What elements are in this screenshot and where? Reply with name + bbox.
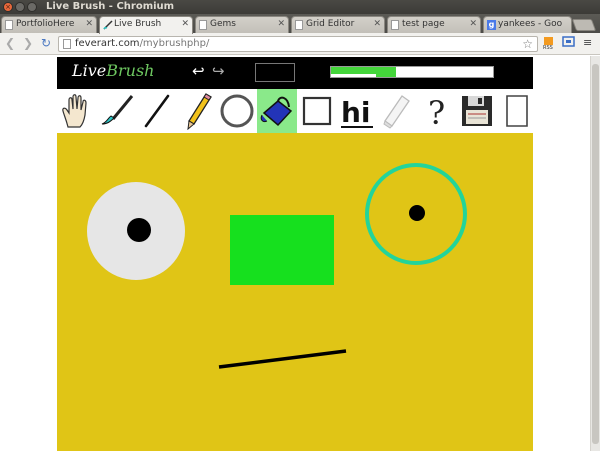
canvas-drawing — [87, 163, 467, 369]
line-icon — [144, 94, 170, 128]
scrollbar-thumb[interactable] — [592, 64, 599, 444]
menu-icon[interactable]: ≡ — [583, 36, 592, 49]
tab-close-icon[interactable]: ✕ — [469, 17, 477, 32]
tab-label: Live Brush — [114, 19, 162, 29]
paint-bucket-icon — [260, 96, 293, 127]
circle-icon — [220, 94, 254, 128]
paintbrush-tool-button[interactable] — [97, 89, 137, 133]
right-eye-pupil — [409, 205, 425, 221]
rectangle-tool-button[interactable] — [297, 89, 337, 133]
forward-arrow-icon[interactable]: ❯ — [21, 36, 35, 50]
rss-icon[interactable]: RSS — [543, 36, 555, 53]
fill-tool-button[interactable] — [257, 89, 297, 133]
tab-label: test page — [402, 19, 445, 29]
google-favicon-icon: g — [487, 20, 496, 30]
current-color-swatch[interactable] — [255, 63, 295, 82]
tab-test-page[interactable]: test page ✕ — [387, 16, 481, 33]
new-page-icon — [506, 95, 528, 127]
page-icon — [391, 20, 399, 30]
address-bar[interactable]: feverart.com/mybrushphp/ ☆ — [58, 36, 538, 52]
pencil-icon — [187, 93, 212, 130]
redo-icon[interactable]: ↪ — [212, 62, 225, 80]
help-tool-button[interactable]: ? — [417, 89, 457, 133]
brand-live: Live — [72, 61, 107, 80]
app-header: LiveBrush ↩ ↪ — [57, 57, 533, 89]
url-domain: feverart.com — [75, 38, 140, 49]
drawing-canvas[interactable] — [57, 133, 533, 451]
tab-portfoliohere[interactable]: PortfolioHere ✕ — [1, 16, 97, 33]
tab-live-brush[interactable]: Live Brush ✕ — [99, 16, 193, 34]
eraser-tool-button[interactable] — [377, 89, 417, 133]
reload-icon[interactable]: ↻ — [39, 36, 53, 50]
back-arrow-icon[interactable]: ❮ — [3, 36, 17, 50]
tab-close-icon[interactable]: ✕ — [85, 17, 93, 32]
help-tool-label: ? — [428, 94, 445, 129]
rectangle-icon — [302, 96, 332, 126]
left-eye-pupil — [127, 218, 151, 242]
window-controls: × — [3, 2, 37, 12]
tool-palette: hi ? — [57, 89, 533, 133]
page-scrollbar[interactable] — [590, 56, 600, 451]
brush-favicon-icon — [103, 20, 113, 30]
page-icon — [5, 20, 13, 30]
hand-icon — [62, 94, 87, 128]
tab-yankees[interactable]: g yankees - Goo — [483, 16, 572, 33]
save-tool-button[interactable] — [457, 89, 497, 133]
page-icon — [199, 20, 207, 30]
help-icon: ? — [428, 94, 445, 129]
window-titlebar: × Live Brush - Chromium — [0, 0, 600, 14]
new-tab-button[interactable] — [571, 19, 597, 31]
tab-label: Gems — [210, 19, 236, 29]
browser-toolbar: ❮ ❯ ↻ feverart.com/mybrushphp/ ☆ RSS ≡ — [0, 33, 600, 55]
brush-size-slider[interactable] — [330, 66, 494, 78]
text-icon: hi — [341, 96, 373, 129]
window-minimize-button[interactable] — [15, 2, 25, 12]
tab-gems[interactable]: Gems ✕ — [195, 16, 289, 33]
tab-label: PortfolioHere — [16, 19, 75, 29]
svg-text:RSS: RSS — [543, 45, 553, 50]
page-icon — [295, 20, 303, 30]
tab-close-icon[interactable]: ✕ — [373, 17, 381, 32]
tab-label: yankees - Goo — [498, 19, 563, 29]
page-icon — [63, 39, 71, 49]
floppy-disk-icon — [462, 96, 492, 126]
text-tool-button[interactable]: hi — [337, 89, 377, 133]
pencil-tool-button[interactable] — [177, 89, 217, 133]
window-title: Live Brush - Chromium — [46, 1, 175, 12]
line-tool-button[interactable] — [137, 89, 177, 133]
green-rectangle — [230, 215, 334, 285]
app-logo: LiveBrush — [72, 61, 154, 80]
brush-size-fill — [331, 67, 396, 77]
mouth-line — [218, 349, 347, 369]
tab-close-icon[interactable]: ✕ — [181, 17, 189, 32]
tab-grid-editor[interactable]: Grid Editor ✕ — [291, 16, 385, 33]
eraser-icon — [383, 95, 410, 129]
brand-brush: Brush — [106, 61, 155, 80]
window-maximize-button[interactable] — [27, 2, 37, 12]
hand-tool-button[interactable] — [57, 89, 97, 133]
paintbrush-icon — [101, 95, 134, 125]
url-path: /mybrushphp/ — [139, 38, 210, 49]
window-close-button[interactable]: × — [3, 2, 13, 12]
text-tool-label: hi — [341, 96, 371, 129]
tab-label: Grid Editor — [306, 19, 355, 29]
cast-icon[interactable] — [562, 36, 575, 51]
tab-strip: PortfolioHere ✕ Live Brush ✕ Gems ✕ Grid… — [0, 14, 600, 34]
tab-close-icon[interactable]: ✕ — [277, 17, 285, 32]
bookmark-star-icon[interactable]: ☆ — [522, 37, 533, 51]
undo-icon[interactable]: ↩ — [192, 62, 205, 80]
circle-tool-button[interactable] — [217, 89, 257, 133]
new-page-tool-button[interactable] — [497, 89, 537, 133]
